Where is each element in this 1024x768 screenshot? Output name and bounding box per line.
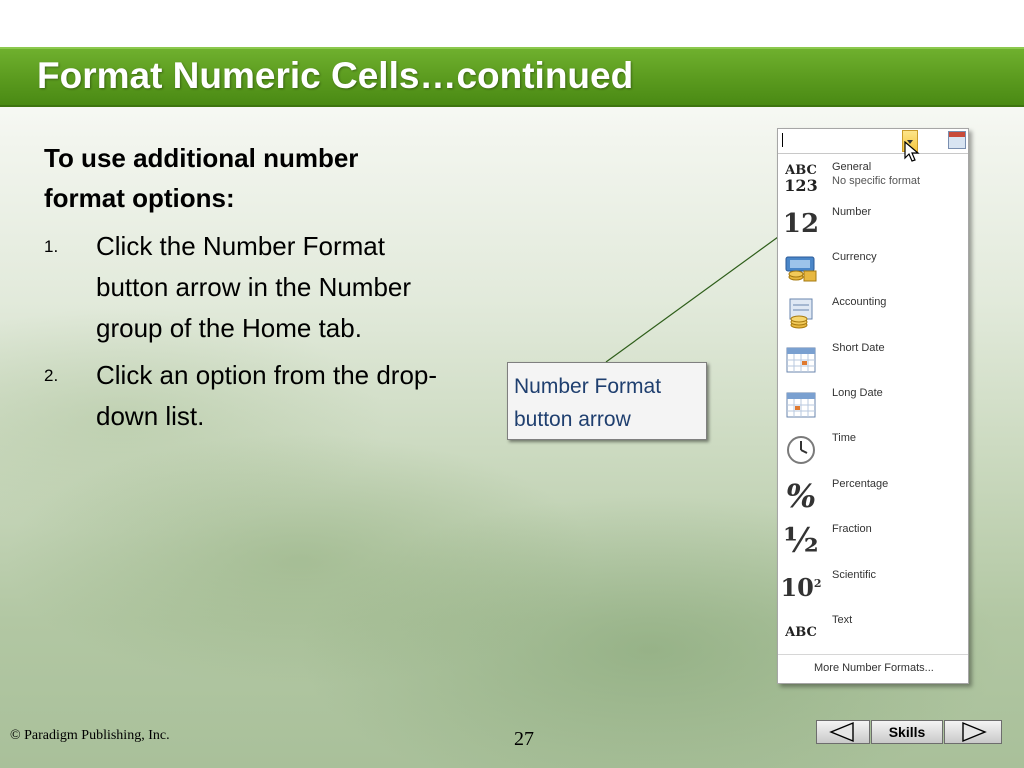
mouse-cursor-icon [904, 141, 920, 162]
number-format-dropdown: ABC 123 General No specific format 12 Nu… [777, 128, 969, 684]
abc-text-glyph: ABC [785, 624, 817, 640]
twelve-glyph: 12 [782, 209, 820, 239]
format-option-label: Currency [832, 251, 877, 263]
clock-icon [782, 432, 820, 468]
digits-glyph: 123 [784, 176, 818, 195]
number-12-icon: 12 [782, 206, 820, 242]
fraction-icon: ½ [782, 521, 820, 561]
scientific-icon: 102 [780, 569, 822, 605]
format-option-fraction[interactable]: ½ Fraction [778, 517, 968, 562]
step-text: Click an option from the drop-down list. [96, 360, 438, 431]
format-option-label: Text [832, 614, 853, 626]
format-option-label: Accounting [832, 296, 887, 308]
step-number: 2. [44, 366, 59, 385]
half-glyph: ½ [783, 521, 819, 561]
copyright-notice: © Paradigm Publishing, Inc. [10, 728, 170, 743]
skills-button[interactable]: Skills [871, 720, 943, 744]
arrow-left-icon [829, 721, 854, 743]
instructions-heading: To use additional number format options: [44, 143, 359, 213]
format-option-label: Long Date [832, 387, 883, 399]
format-option-label: General [832, 161, 872, 173]
slide-navigation: Skills [816, 720, 1002, 744]
format-option-scientific[interactable]: 102 Scientific [778, 563, 968, 608]
percent-icon: % [782, 477, 820, 515]
calendar-icon [782, 387, 820, 423]
format-option-label: Time [832, 432, 857, 444]
step-item: 2. Click an option from the drop-down li… [44, 355, 464, 437]
format-option-label: Number [832, 206, 872, 218]
format-option-long-date[interactable]: Long Date [778, 381, 968, 426]
calendar-icon [782, 342, 820, 378]
callout-box: Number Format button arrow [507, 362, 707, 440]
currency-icon [782, 251, 820, 287]
format-option-label: Percentage [832, 478, 889, 490]
step-text: Click the Number Format button arrow in … [96, 231, 412, 343]
format-option-currency[interactable]: Currency [778, 245, 968, 290]
steps-list: 1. Click the Number Format button arrow … [44, 226, 464, 443]
ten-glyph: 10 [780, 572, 814, 602]
format-option-label: Fraction [832, 523, 872, 535]
format-option-percentage[interactable]: % Percentage [778, 472, 968, 517]
abc-123-icon: ABC 123 [782, 161, 820, 197]
format-option-label: Short Date [832, 342, 885, 354]
arrow-right-icon [962, 721, 987, 743]
accounting-icon [782, 296, 820, 332]
step-item: 1. Click the Number Format button arrow … [44, 226, 464, 349]
slide-title: Format Numeric Cells…continued [37, 55, 634, 96]
superscript-glyph: 2 [813, 576, 822, 590]
text-caret [782, 133, 783, 147]
more-number-formats-label: More Number Formats... [814, 662, 934, 674]
format-option-label: Scientific [832, 569, 877, 581]
format-option-number[interactable]: 12 Number [778, 200, 968, 245]
abc-text-icon: ABC [782, 614, 820, 650]
format-option-description: No specific format [832, 175, 921, 187]
conditional-format-icon [948, 131, 966, 149]
step-number: 1. [44, 237, 59, 256]
format-option-time[interactable]: Time [778, 426, 968, 471]
number-format-combo[interactable] [778, 129, 968, 154]
more-number-formats[interactable]: More Number Formats... [778, 654, 968, 683]
format-option-accounting[interactable]: Accounting [778, 290, 968, 335]
previous-slide-button[interactable] [816, 720, 870, 744]
next-slide-button[interactable] [944, 720, 1002, 744]
percent-glyph: % [785, 477, 817, 515]
format-option-short-date[interactable]: Short Date [778, 336, 968, 381]
title-bar: Format Numeric Cells…continued [0, 47, 1024, 107]
callout-text: Number Format button arrow [514, 375, 662, 431]
page-number: 27 [514, 728, 534, 750]
format-option-general[interactable]: ABC 123 General No specific format [778, 155, 968, 200]
format-option-text[interactable]: ABC Text [778, 608, 968, 653]
